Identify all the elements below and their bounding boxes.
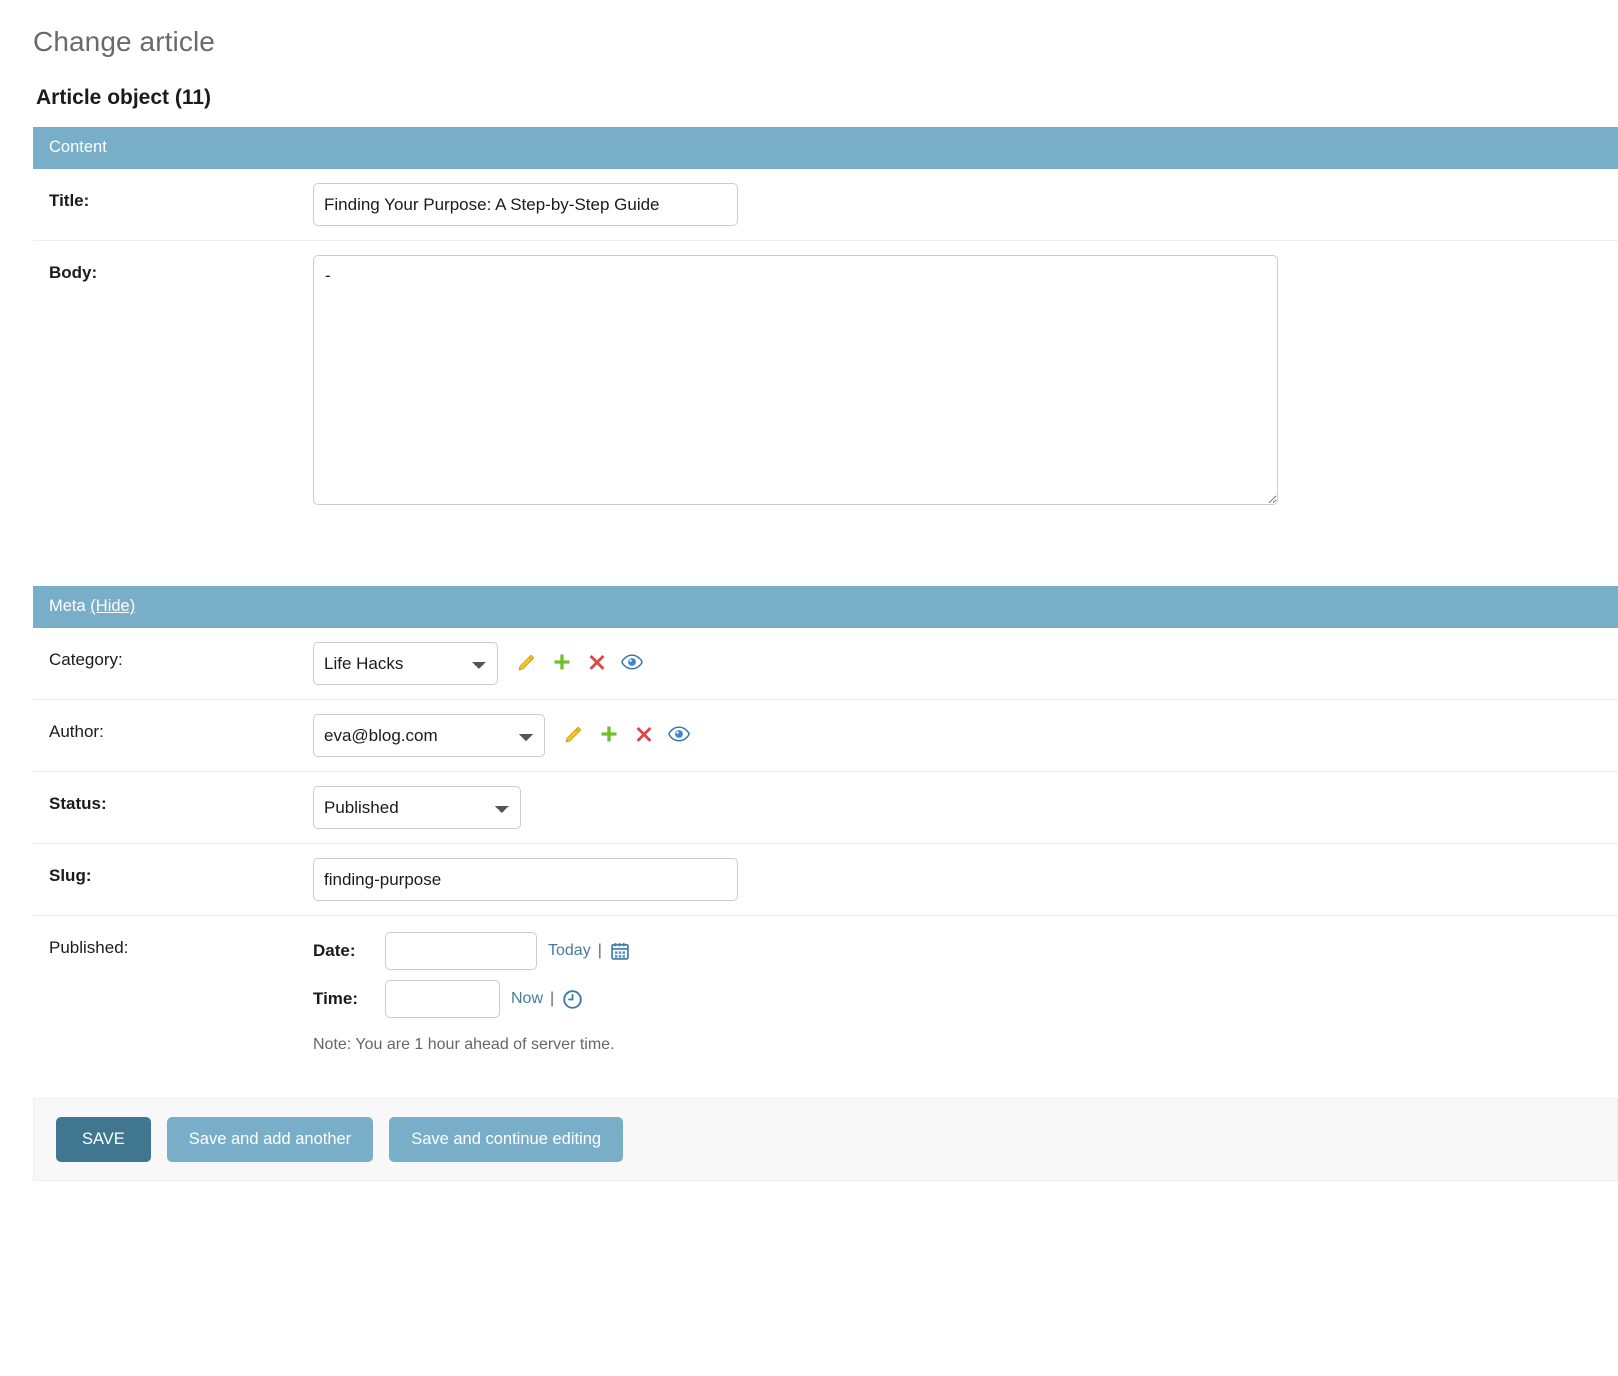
slug-label: Slug: <box>33 858 313 886</box>
published-date-line: Date: Today | <box>313 932 631 970</box>
time-label: Time: <box>313 989 385 1009</box>
form-row-author: Author: eva@blog.com <box>33 700 1618 772</box>
form-row-status: Status: Published <box>33 772 1618 844</box>
time-input[interactable] <box>385 980 500 1018</box>
date-shortcuts: Today | <box>548 940 631 962</box>
form-row-slug: Slug: <box>33 844 1618 916</box>
change-article-page: Change article Article object (11) Conte… <box>0 0 1618 1376</box>
today-link[interactable]: Today <box>548 942 591 960</box>
change-icon[interactable] <box>516 651 538 673</box>
calendar-icon[interactable] <box>609 940 631 962</box>
fieldset-content-legend-label: Content <box>49 138 107 156</box>
delete-icon[interactable] <box>586 651 608 673</box>
status-select[interactable]: Published <box>313 786 521 829</box>
section-spacer <box>0 519 1618 569</box>
change-icon[interactable] <box>563 723 585 745</box>
status-label: Status: <box>33 786 313 814</box>
body-label: Body: <box>33 255 313 283</box>
form-row-body: Body: - <box>33 241 1618 519</box>
add-icon[interactable] <box>551 651 573 673</box>
now-link[interactable]: Now <box>511 990 543 1008</box>
save-and-add-another-button[interactable]: Save and add another <box>167 1117 373 1162</box>
page-title: Change article <box>0 0 1618 58</box>
time-shortcuts: Now | <box>511 988 583 1010</box>
category-related-widgets <box>516 642 643 673</box>
title-input[interactable] <box>313 183 738 226</box>
category-label: Category: <box>33 642 313 670</box>
view-icon[interactable] <box>621 651 643 673</box>
submit-row: SAVE Save and add another Save and conti… <box>33 1098 1618 1181</box>
fieldset-meta: Meta (Hide) Category: Life Hacks <box>33 586 1618 1068</box>
hide-meta-link[interactable]: (Hide) <box>90 597 135 615</box>
body-textarea[interactable]: - <box>313 255 1278 505</box>
date-input[interactable] <box>385 932 537 970</box>
delete-icon[interactable] <box>633 723 655 745</box>
object-title: Article object (11) <box>0 58 1618 110</box>
title-label: Title: <box>33 183 313 211</box>
published-datetime-group: Date: Today | <box>313 930 631 1054</box>
save-and-continue-editing-button[interactable]: Save and continue editing <box>389 1117 623 1162</box>
fieldset-meta-legend-label: Meta <box>49 597 86 615</box>
time-separator: | <box>550 990 554 1008</box>
form-row-published: Published: Date: Today | <box>33 916 1618 1068</box>
category-select[interactable]: Life Hacks <box>313 642 498 685</box>
author-select[interactable]: eva@blog.com <box>313 714 545 757</box>
form-row-title: Title: <box>33 169 1618 241</box>
form-row-category: Category: Life Hacks <box>33 628 1618 700</box>
view-icon[interactable] <box>668 723 690 745</box>
fieldset-content-legend: Content <box>33 127 1618 169</box>
author-label: Author: <box>33 714 313 742</box>
author-related-widgets <box>563 714 690 745</box>
save-button[interactable]: SAVE <box>56 1117 151 1162</box>
date-separator: | <box>598 942 602 960</box>
clock-icon[interactable] <box>561 988 583 1010</box>
slug-input[interactable] <box>313 858 738 901</box>
fieldset-meta-legend: Meta (Hide) <box>33 586 1618 628</box>
published-time-line: Time: Now | <box>313 980 631 1018</box>
timezone-note: Note: You are 1 hour ahead of server tim… <box>313 1036 631 1054</box>
published-label: Published: <box>33 930 313 958</box>
add-icon[interactable] <box>598 723 620 745</box>
fieldset-content: Content Title: Body: - <box>33 127 1618 519</box>
date-label: Date: <box>313 941 385 961</box>
